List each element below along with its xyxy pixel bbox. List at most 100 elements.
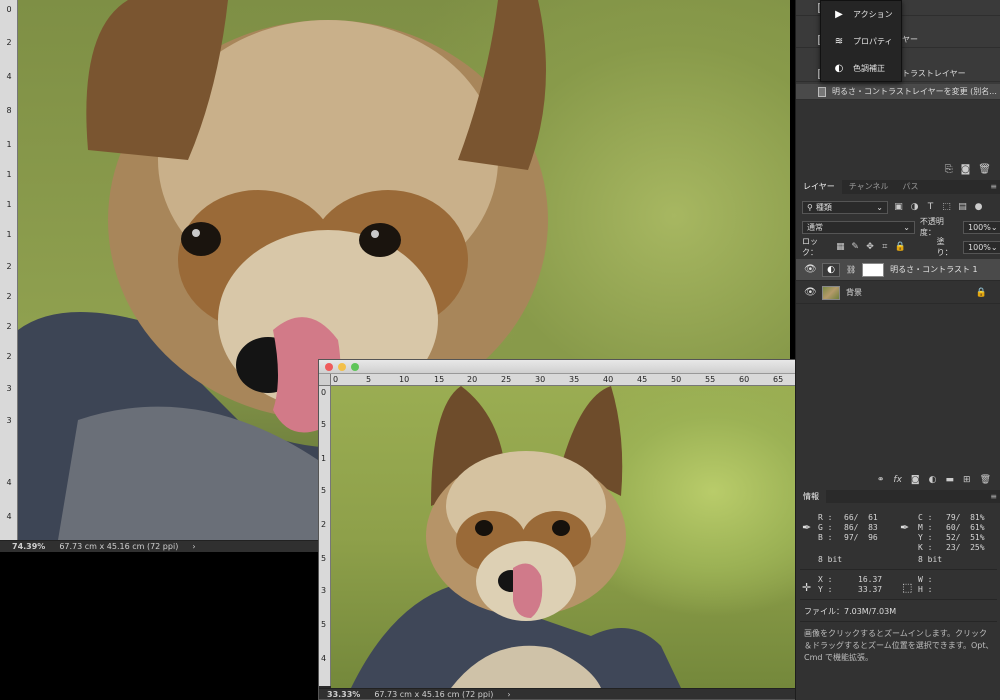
filter-adjustment-icon[interactable]: ◑: [909, 202, 920, 213]
ruler-tick: 0: [321, 388, 327, 397]
menu-item-properties[interactable]: ≋ プロパティ: [821, 28, 901, 55]
link-layers-icon[interactable]: ⚭: [877, 475, 885, 485]
layer-name[interactable]: 明るさ・コントラスト 1: [890, 264, 977, 275]
bit-depth-left: 8 bit: [818, 555, 843, 564]
eyedropper-icon[interactable]: ✒: [802, 521, 811, 534]
search-icon: ⚲: [807, 202, 813, 212]
right-panel-dock: ヤー トラストレイヤー 明るさ・コントラストレイヤーを変更 (別名... ⎘ ◙…: [795, 0, 1000, 700]
tab-paths[interactable]: パス: [896, 180, 926, 194]
info-value-g: 86/ 83: [844, 523, 878, 532]
file-size-info: ファイル：7.03M/7.03M: [804, 607, 897, 616]
crosshair-icon: ✛: [802, 581, 812, 594]
layer-row-brightness-contrast[interactable]: 👁 ◐ ⛓ 明るさ・コントラスト 1: [796, 259, 1000, 281]
lock-label: ロック：: [802, 237, 818, 257]
filter-toggle-icon[interactable]: ●: [973, 202, 984, 213]
ruler-origin[interactable]: [319, 374, 331, 386]
image-canvas-floating[interactable]: [331, 386, 795, 688]
tab-layers[interactable]: レイヤー: [796, 180, 842, 194]
info-value-x: 16.37: [858, 575, 883, 584]
tool-help-text: 画像をクリックするとズームインします。クリック＆ドラッグするとズーム位置を選択で…: [804, 629, 994, 662]
lock-image-pixels-icon[interactable]: ✎: [850, 242, 860, 253]
menu-item-adjustments[interactable]: ◐ 色調補正: [821, 55, 901, 82]
ruler-tick: 60: [739, 375, 750, 384]
opacity-field[interactable]: 100% ⌄: [963, 220, 1000, 234]
trash-icon[interactable]: 🗑: [980, 475, 991, 485]
blend-mode-dropdown[interactable]: 通常 ⌄: [802, 220, 915, 234]
info-panel-tabs: 情報 ≡: [796, 490, 1000, 503]
opacity-value: 100%: [968, 222, 991, 232]
info-label-x: X :: [818, 575, 833, 584]
vertical-ruler[interactable]: 0 2 4 8 1 1 1 1 2 2 2 2 3 3 4 4: [0, 0, 18, 540]
ruler-tick: 1: [6, 140, 12, 149]
ruler-tick: 5: [321, 620, 327, 629]
sliders-icon: ≋: [834, 36, 844, 47]
fx-icon[interactable]: fx: [893, 475, 902, 485]
menu-item-label: アクション: [853, 10, 893, 19]
close-window-button[interactable]: [325, 363, 333, 371]
minimize-window-button[interactable]: [338, 363, 346, 371]
layer-name[interactable]: 背景: [846, 287, 862, 298]
lock-transparent-pixels-icon[interactable]: ▦: [835, 242, 845, 253]
eyedropper-icon[interactable]: ✒: [900, 521, 909, 534]
lock-position-icon[interactable]: ✥: [865, 242, 875, 253]
info-value-m: 60/ 61%: [946, 523, 985, 532]
info-value-r: 66/ 61: [844, 513, 878, 522]
history-item-selected[interactable]: 明るさ・コントラストレイヤーを変更 (別名...: [796, 84, 1000, 100]
zoom-level[interactable]: 33.33%: [327, 690, 360, 699]
ruler-tick: 1: [321, 454, 327, 463]
horizontal-ruler[interactable]: 0 5 10 15 20 25 30 35 40 45 50 55 60 65: [331, 374, 795, 386]
fill-field[interactable]: 100% ⌄: [963, 240, 1000, 254]
bit-depth-right: 8 bit: [918, 555, 943, 564]
lock-all-icon[interactable]: 🔒: [895, 242, 906, 253]
panel-flyout-menu: ▶ アクション ≋ プロパティ ◐ 色調補正: [820, 0, 902, 82]
new-group-folder-icon[interactable]: ▬: [946, 475, 955, 485]
zoom-level[interactable]: 74.39%: [12, 542, 45, 551]
tab-info[interactable]: 情報: [796, 490, 826, 503]
ruler-tick: 0: [333, 375, 339, 384]
ruler-tick: 8: [6, 106, 12, 115]
eye-visibility-icon[interactable]: 👁: [804, 287, 817, 298]
zoom-window-button[interactable]: [351, 363, 359, 371]
ruler-tick: 25: [501, 375, 512, 384]
new-layer-icon[interactable]: ⊞: [963, 475, 971, 485]
filter-pixel-icon[interactable]: ▣: [893, 202, 904, 213]
camera-snapshot-icon[interactable]: ◙: [961, 164, 971, 175]
chevron-down-icon: ⌄: [876, 202, 883, 212]
filter-shape-icon[interactable]: ⬚: [941, 202, 952, 213]
status-bar-floating: 33.33% 67.73 cm x 45.16 cm (72 ppi) ›: [319, 688, 795, 699]
filter-type-icon[interactable]: T: [925, 202, 936, 213]
info-label-c: C :: [918, 513, 933, 522]
chain-link-icon[interactable]: ⛓: [846, 265, 856, 274]
lock-artboard-icon[interactable]: ⌗: [880, 242, 890, 253]
layer-filter-dropdown[interactable]: ⚲ 種類 ⌄: [802, 200, 888, 214]
vertical-ruler[interactable]: 0 5 1 5 2 5 3 5 4: [319, 386, 331, 686]
status-menu-arrow[interactable]: ›: [507, 690, 510, 699]
new-adjustment-layer-icon[interactable]: ◐: [929, 475, 937, 485]
info-label-h: H :: [918, 585, 933, 594]
lock-icon[interactable]: 🔒: [976, 288, 987, 298]
panel-menu-icon[interactable]: ≡: [990, 180, 1000, 194]
layer-mask-thumbnail[interactable]: [862, 262, 885, 277]
add-mask-icon[interactable]: ◙: [911, 475, 920, 485]
layers-footer: ⚭ fx ◙ ◐ ▬ ⊞ 🗑: [796, 472, 1000, 488]
play-icon: ▶: [835, 9, 843, 20]
status-menu-arrow[interactable]: ›: [192, 542, 195, 551]
new-document-from-state-icon[interactable]: ⎘: [945, 164, 953, 175]
tab-channels[interactable]: チャンネル: [842, 180, 896, 194]
ruler-tick: 45: [637, 375, 648, 384]
eye-visibility-icon[interactable]: 👁: [804, 264, 817, 275]
window-titlebar[interactable]: [319, 360, 795, 374]
blend-opacity-row: 通常 ⌄ 不透明度： 100% ⌄: [796, 217, 1000, 237]
adjustment-layer-icon: ◐: [822, 262, 840, 277]
panel-menu-icon[interactable]: ≡: [990, 490, 1000, 503]
trash-icon[interactable]: 🗑: [978, 164, 991, 175]
layer-row-background[interactable]: 👁 背景 🔒: [796, 282, 1000, 304]
ruler-tick: 5: [321, 420, 327, 429]
filter-smart-object-icon[interactable]: ▤: [957, 202, 968, 213]
menu-item-actions[interactable]: ▶ アクション: [821, 1, 901, 28]
info-label-y: Y :: [918, 533, 933, 542]
divider: [800, 621, 997, 622]
ruler-tick: 4: [6, 512, 12, 521]
ruler-tick: 4: [321, 654, 327, 663]
info-panel: ✒ R : 66/ 61 G : 86/ 83 B : 97/ 96 ✒ C :…: [796, 503, 1000, 700]
